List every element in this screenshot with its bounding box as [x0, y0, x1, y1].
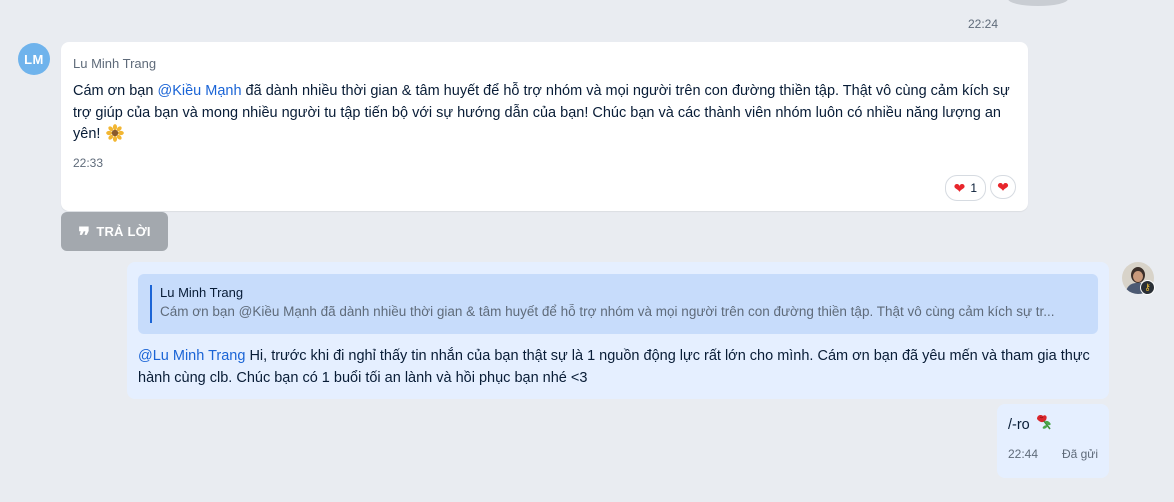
- message-text-part: Hi, trước khi đi nghỉ thấy tin nhắn của …: [138, 348, 1090, 386]
- heart-icon: ❤: [953, 180, 966, 196]
- quote-sender: Lu Minh Trang: [160, 285, 244, 300]
- avatar[interactable]: LM: [18, 43, 50, 75]
- message-meta: 22:44 Đã gửi: [1008, 447, 1098, 461]
- message-time: 22:44: [1008, 447, 1039, 461]
- reply-button-label: TRẢ LỜI: [96, 224, 151, 239]
- quote-icon: ❞: [78, 222, 91, 249]
- message-time: 22:33: [73, 155, 104, 170]
- key-icon: ⚷: [1140, 280, 1155, 295]
- delivery-status: Đã gửi: [1061, 447, 1098, 461]
- sticker-partial: [1008, 0, 1068, 6]
- quote-text: Cám ơn bạn @Kiều Mạnh đã dành nhiều thời…: [160, 304, 1055, 319]
- message-text: /-ro: [1008, 415, 1098, 433]
- add-reaction-button[interactable]: ❤: [990, 175, 1016, 199]
- reaction-summary[interactable]: ❤ 1: [944, 175, 986, 201]
- message-text-part: Cám ơn bạn: [73, 83, 158, 99]
- message-time: 22:24: [968, 17, 999, 31]
- reaction-count: 1: [970, 181, 977, 195]
- message-text: Cám ơn bạn @Kiều Mạnh đã dành nhiều thời…: [73, 81, 1013, 146]
- reaction-bar: ❤ 1 ❤: [944, 175, 1016, 201]
- scrollbar[interactable]: [1170, 0, 1174, 502]
- outgoing-reply-message[interactable]: Lu Minh Trang Cám ơn bạn @Kiều Mạnh đã d…: [127, 262, 1109, 399]
- quoted-message[interactable]: Lu Minh Trang Cám ơn bạn @Kiều Mạnh đã d…: [138, 274, 1098, 334]
- quote-accent-bar: [150, 285, 152, 323]
- reply-button[interactable]: ❞ TRẢ LỜI: [61, 212, 168, 251]
- sunflower-icon: [106, 124, 125, 142]
- incoming-message[interactable]: Lu Minh Trang Cám ơn bạn @Kiều Mạnh đã d…: [61, 42, 1028, 211]
- mention-link[interactable]: @Kiều Mạnh: [157, 83, 241, 99]
- outgoing-message[interactable]: /-ro 22:44 Đã gửi: [997, 404, 1109, 478]
- heart-icon: ❤: [997, 179, 1009, 195]
- mention-link[interactable]: @Lu Minh Trang: [138, 348, 245, 364]
- sender-name: Lu Minh Trang: [73, 56, 157, 71]
- message-text-part: /-ro: [1008, 417, 1030, 433]
- message-text: @Lu Minh Trang Hi, trước khi đi nghỉ thấ…: [138, 345, 1093, 389]
- rose-icon: [1036, 415, 1051, 430]
